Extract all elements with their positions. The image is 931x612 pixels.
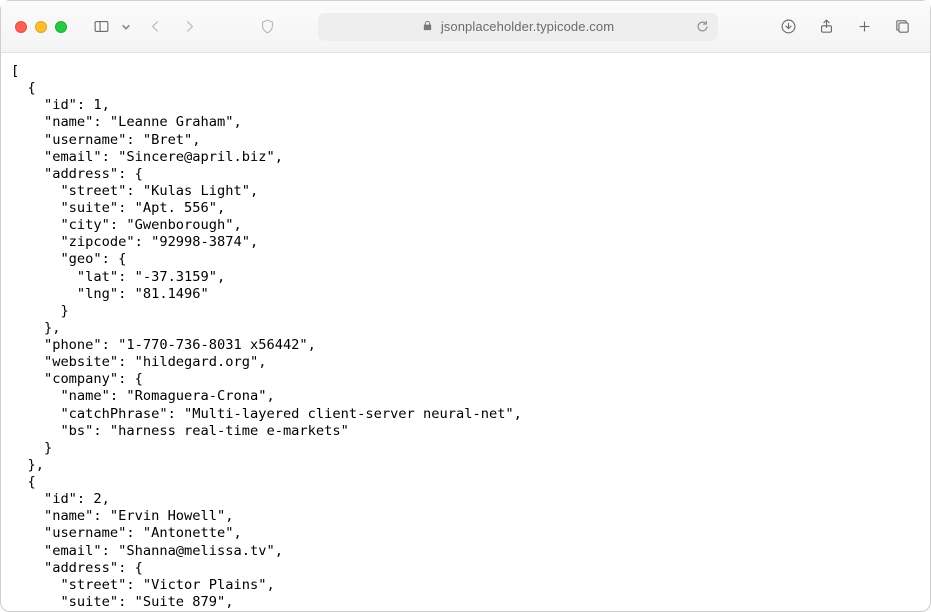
share-button[interactable]	[812, 14, 840, 40]
page-content: [ { "id": 1, "name": "Leanne Graham", "u…	[1, 53, 930, 611]
sidebar-toggle-button[interactable]	[87, 14, 115, 40]
minimize-window-button[interactable]	[35, 21, 47, 33]
window-controls	[15, 21, 67, 33]
address-text: jsonplaceholder.typicode.com	[441, 19, 614, 34]
close-window-button[interactable]	[15, 21, 27, 33]
lock-icon	[422, 19, 433, 34]
tab-overview-button[interactable]	[888, 14, 916, 40]
privacy-report-button[interactable]	[253, 14, 281, 40]
browser-window: jsonplaceholder.typicode.com [ { "id": 1…	[0, 0, 931, 612]
json-body: [ { "id": 1, "name": "Leanne Graham", "u…	[11, 63, 920, 611]
reload-button[interactable]	[695, 19, 710, 37]
downloads-button[interactable]	[774, 14, 802, 40]
back-button[interactable]	[141, 14, 169, 40]
new-tab-button[interactable]	[850, 14, 878, 40]
tab-group-menu-button[interactable]	[121, 22, 131, 32]
toolbar: jsonplaceholder.typicode.com	[1, 1, 930, 53]
forward-button[interactable]	[175, 14, 203, 40]
address-bar[interactable]: jsonplaceholder.typicode.com	[318, 13, 718, 41]
zoom-window-button[interactable]	[55, 21, 67, 33]
